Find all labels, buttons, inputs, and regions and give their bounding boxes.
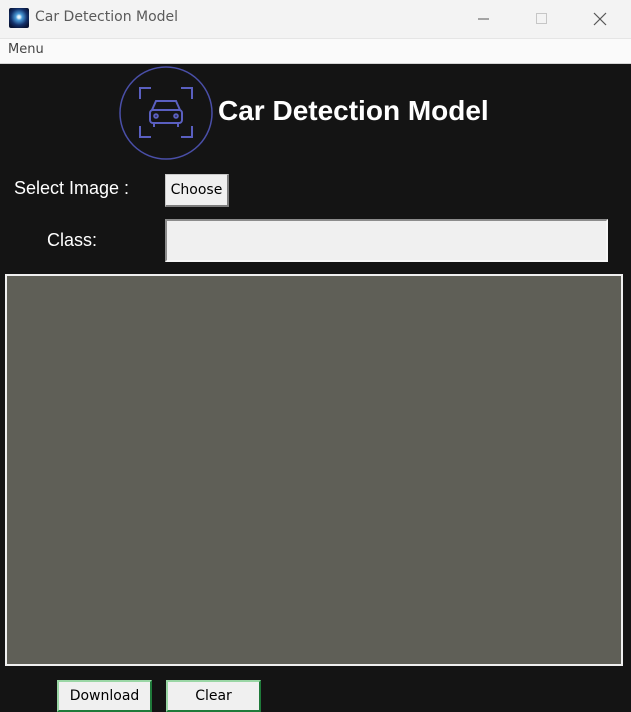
- menu-item-menu[interactable]: Menu: [8, 42, 44, 57]
- choose-button[interactable]: Choose: [165, 174, 229, 207]
- window-titlebar[interactable]: Car Detection Model: [0, 0, 631, 38]
- window-title: Car Detection Model: [35, 9, 179, 25]
- menu-bar: Menu: [0, 38, 631, 64]
- image-preview-canvas: [5, 274, 623, 666]
- class-label: Class:: [47, 230, 98, 250]
- app-icon: [9, 8, 29, 28]
- select-image-label: Select Image :: [14, 178, 130, 198]
- download-button[interactable]: Download: [57, 680, 152, 712]
- close-button[interactable]: [571, 0, 629, 38]
- minimize-button[interactable]: [455, 0, 513, 38]
- page-title: Car Detection Model: [218, 95, 489, 126]
- minimize-icon: [478, 18, 489, 20]
- maximize-button[interactable]: [513, 0, 571, 38]
- maximize-icon: [536, 13, 547, 24]
- car-scan-logo-icon: [119, 66, 213, 160]
- clear-button[interactable]: Clear: [166, 680, 261, 712]
- close-icon: [593, 12, 607, 26]
- class-field[interactable]: [165, 219, 608, 262]
